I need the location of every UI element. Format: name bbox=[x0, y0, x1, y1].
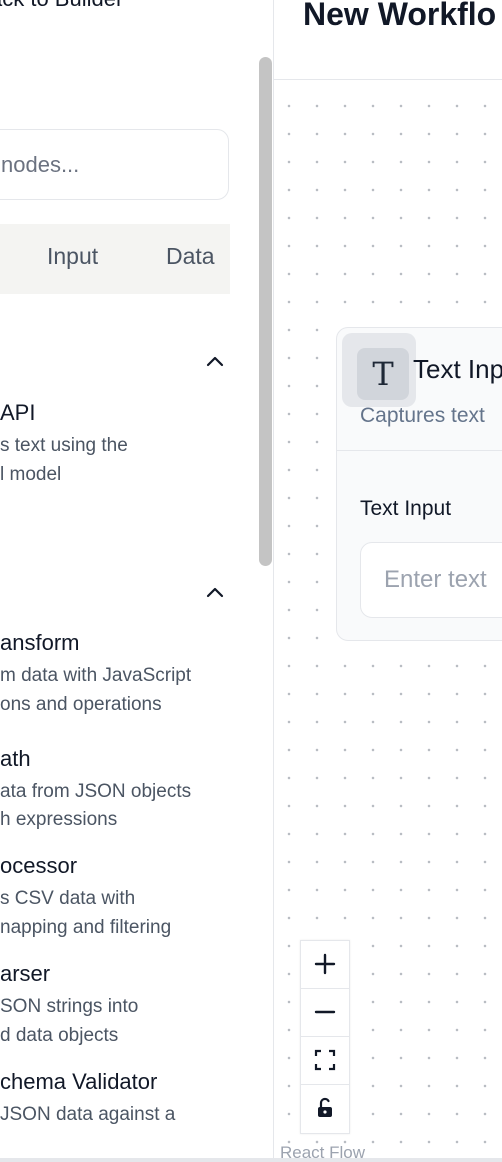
node-subtitle: Captures text bbox=[360, 404, 485, 427]
node-divider bbox=[337, 450, 502, 451]
palette-item-title[interactable]: chema Validator bbox=[0, 1069, 157, 1095]
palette-item-desc: napping and filtering bbox=[0, 917, 172, 938]
bottom-border bbox=[0, 1158, 502, 1162]
node-icon-container: T bbox=[342, 333, 416, 407]
tab-input[interactable]: Input bbox=[47, 243, 98, 270]
palette-item-title[interactable]: ocessor bbox=[0, 853, 77, 879]
node-search-box[interactable] bbox=[0, 129, 229, 200]
node-search-input[interactable] bbox=[0, 130, 228, 199]
palette-item-title[interactable]: API bbox=[0, 400, 35, 426]
text-input-label: Text Input bbox=[360, 497, 452, 520]
text-input-node[interactable]: T Text Inp Captures text Text Input bbox=[336, 327, 502, 641]
palette-item-desc: s CSV data with bbox=[0, 888, 136, 909]
lock-icon bbox=[318, 1097, 332, 1117]
category-tabs: Input Data bbox=[0, 224, 230, 294]
palette-item-desc: d data objects bbox=[0, 1025, 119, 1046]
node-title: Text Inp bbox=[413, 354, 502, 384]
chevron-up-icon[interactable] bbox=[203, 350, 227, 374]
palette-item-desc: s text using the bbox=[0, 435, 128, 456]
chevron-up-icon[interactable] bbox=[203, 581, 227, 605]
palette-item-title[interactable]: arser bbox=[0, 961, 50, 987]
zoom-out-icon bbox=[314, 1010, 336, 1014]
zoom-out-button[interactable] bbox=[301, 989, 349, 1037]
react-flow-attribution[interactable]: React Flow bbox=[280, 1143, 365, 1158]
workflow-title[interactable]: New Workflo bbox=[303, 0, 496, 33]
palette-item-desc: SON strings into bbox=[0, 996, 139, 1017]
back-to-builder-link[interactable]: ack to Builder bbox=[0, 0, 123, 12]
palette-item-desc: JSON data against a bbox=[0, 1104, 176, 1125]
tab-data[interactable]: Data bbox=[166, 243, 215, 270]
palette-item-desc: ata from JSON objects bbox=[0, 781, 192, 802]
canvas-controls bbox=[300, 940, 350, 1134]
sidebar-scrollbar-thumb[interactable] bbox=[259, 57, 272, 566]
zoom-in-icon bbox=[314, 953, 336, 975]
zoom-in-button[interactable] bbox=[301, 941, 349, 989]
text-input-textbox[interactable] bbox=[361, 543, 502, 617]
palette-item-desc: ons and operations bbox=[0, 694, 162, 715]
palette-item-title[interactable]: ath bbox=[0, 746, 31, 772]
palette-item-desc: h expressions bbox=[0, 809, 118, 830]
flow-canvas[interactable]: T Text Inp Captures text Text Input Ente… bbox=[274, 80, 502, 1158]
fit-view-icon bbox=[314, 1049, 336, 1071]
node-palette-sidebar: ack to Builder Input Data API s text usi… bbox=[0, 0, 274, 1162]
palette-item-desc: l model bbox=[0, 464, 62, 485]
palette-item-desc: m data with JavaScript bbox=[0, 665, 192, 686]
text-input-field[interactable] bbox=[360, 542, 502, 618]
lock-toggle-button[interactable] bbox=[301, 1085, 349, 1132]
fit-view-button[interactable] bbox=[301, 1037, 349, 1085]
workflow-header: New Workflo bbox=[274, 0, 502, 80]
text-type-icon: T bbox=[357, 348, 409, 400]
palette-item-title[interactable]: ansform bbox=[0, 630, 79, 656]
